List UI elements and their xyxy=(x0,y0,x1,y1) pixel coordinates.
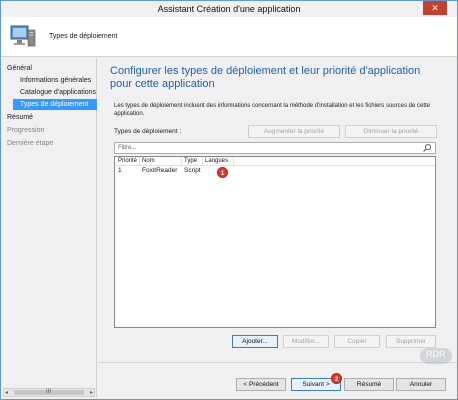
sidebar-item-progress: Progression xyxy=(7,127,45,134)
column-header-name[interactable]: Nom xyxy=(142,158,155,164)
wizard-footer: < Précédent Suivant > Résumé Annuler 2 xyxy=(98,362,457,399)
column-header-type[interactable]: Type xyxy=(184,158,197,164)
title-bar[interactable]: Assistant Création d'une application ✕ xyxy=(1,1,457,17)
column-separator xyxy=(181,157,182,166)
decrease-priority-button[interactable]: Diminuer la priorité xyxy=(345,125,437,138)
column-separator xyxy=(233,157,234,166)
cancel-button[interactable]: Annuler xyxy=(396,378,446,391)
column-separator xyxy=(202,157,203,166)
sidebar-item-completion: Dernière étape xyxy=(7,140,54,147)
scroll-right-icon[interactable]: ▸ xyxy=(90,389,93,396)
column-separator xyxy=(139,157,140,166)
sidebar-horizontal-scrollbar[interactable]: ◂ III ▸ xyxy=(3,388,95,397)
deployment-types-label: Types de déploiement : xyxy=(114,128,182,135)
add-button[interactable]: Ajouter... xyxy=(232,335,278,348)
sidebar-item-general[interactable]: Général xyxy=(7,63,32,74)
wizard-window: Assistant Création d'une application ✕ T… xyxy=(0,0,458,400)
table-row[interactable]: 1 FoxitReader Script xyxy=(115,167,435,176)
sidebar-item-app-catalog[interactable]: Catalogue d'applications xyxy=(13,87,97,98)
deployment-types-list[interactable]: Priorité Nom Type Langues 1 FoxitReader … xyxy=(114,156,436,328)
summary-button[interactable]: Résumé xyxy=(344,378,394,391)
rdr-logo-watermark: RDR xyxy=(419,346,453,366)
modify-button[interactable]: Modifier... xyxy=(283,335,329,348)
copy-button[interactable]: Copier xyxy=(334,335,380,348)
wizard-sidebar: Général Informations générales Catalogue… xyxy=(1,58,97,398)
window-title: Assistant Création d'une application xyxy=(157,4,301,14)
close-button[interactable]: ✕ xyxy=(423,1,447,15)
increase-priority-button[interactable]: Augmenter la priorité xyxy=(248,125,340,138)
wizard-header: Types de déploiement xyxy=(1,17,457,57)
sidebar-item-summary[interactable]: Résumé xyxy=(7,112,33,123)
cell-priority: 1 xyxy=(118,167,122,174)
sidebar-item-deployment-types[interactable]: Types de déploiement xyxy=(13,99,97,110)
header-title: Types de déploiement xyxy=(49,33,118,40)
watermark-text: RDR xyxy=(426,349,446,359)
previous-button[interactable]: < Précédent xyxy=(236,378,286,391)
annotation-badge-2: 2 xyxy=(331,373,342,384)
page-description: Les types de déploiement incluent des in… xyxy=(114,103,430,117)
wizard-content: Configurer les types de déploiement et l… xyxy=(98,58,457,362)
list-header: Priorité Nom Type Langues xyxy=(115,157,435,166)
cell-type: Script xyxy=(184,167,201,174)
sidebar-item-general-info[interactable]: Informations générales xyxy=(13,75,97,86)
filter-placeholder: Filtre... xyxy=(118,145,137,151)
column-header-priority[interactable]: Priorité xyxy=(118,158,137,164)
computer-icon xyxy=(10,25,36,47)
scroll-left-icon[interactable]: ◂ xyxy=(5,389,8,396)
page-title: Configurer les types de déploiement et l… xyxy=(110,65,421,90)
cell-name: FoxitReader xyxy=(142,167,178,174)
scrollbar-grip: III xyxy=(46,389,52,395)
filter-input[interactable]: Filtre... xyxy=(114,142,436,154)
annotation-badge-1: 1 xyxy=(217,167,228,178)
search-icon[interactable] xyxy=(422,143,432,153)
column-header-languages[interactable]: Langues xyxy=(205,158,228,164)
